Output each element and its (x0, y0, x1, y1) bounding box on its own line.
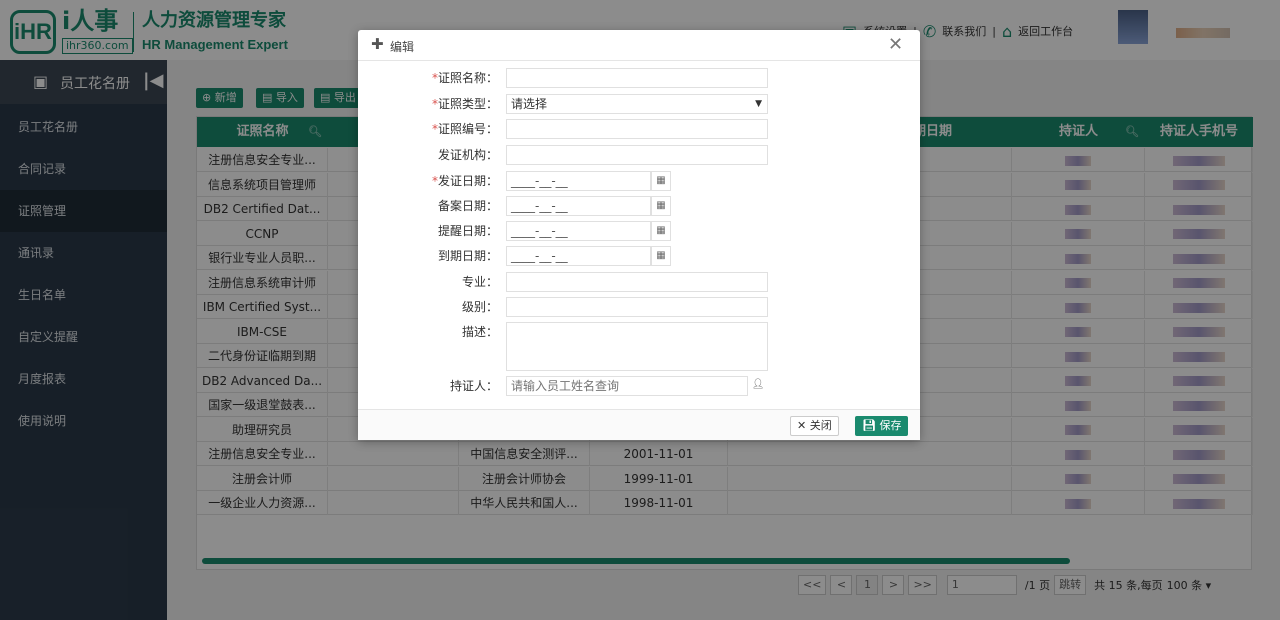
label-text: 证照名称： (437, 71, 498, 85)
holder-search-input[interactable] (506, 376, 748, 396)
plus-icon: ✚ (371, 35, 384, 53)
date-mask: ____-__-__ (511, 174, 568, 188)
description-label: 描述： (461, 325, 498, 339)
cert-number-label: *证照编号： (431, 122, 498, 136)
calendar-icon[interactable]: ▦ (651, 246, 671, 266)
close-button[interactable]: ✕ 关闭 (790, 416, 839, 436)
date-mask: ____-__-__ (511, 249, 568, 263)
cert-type-label: *证照类型： (431, 97, 498, 111)
dialog-header: ✚ 编辑 ✕ (358, 30, 920, 61)
record-date-input[interactable]: ____-__-__ (506, 196, 651, 216)
label-text: 证照类型： (437, 97, 498, 111)
issuer-input[interactable] (506, 145, 768, 165)
save-button-label: 保存 (879, 419, 902, 432)
major-label: 专业： (461, 275, 498, 289)
label-text: 发证日期： (437, 174, 498, 188)
close-icon[interactable]: ✕ (888, 34, 903, 55)
cert-type-select[interactable]: 请选择 ▼ (506, 94, 768, 114)
calendar-icon[interactable]: ▦ (651, 196, 671, 216)
edit-certificate-dialog: ✚ 编辑 ✕ *证照名称： *证照类型： 请选择 ▼ *证照编号： 发证机构： *… (358, 30, 920, 440)
dialog-footer: ✕ 关闭 💾︎ 保存 (358, 409, 920, 440)
cert-type-value: 请选择 (511, 97, 548, 111)
remind-date-input[interactable]: ____-__-__ (506, 221, 651, 241)
dropdown-arrow-icon: ▼ (755, 99, 762, 109)
description-textarea[interactable] (506, 322, 768, 371)
record-date-label: 备案日期： (437, 199, 498, 213)
level-input[interactable] (506, 297, 768, 317)
remind-date-label: 提醒日期： (437, 224, 498, 238)
date-mask: ____-__-__ (511, 199, 568, 213)
calendar-icon[interactable]: ▦ (651, 171, 671, 191)
level-label: 级别： (461, 300, 498, 314)
expiry-date-input[interactable]: ____-__-__ (506, 246, 651, 266)
dialog-title: 编辑 (390, 40, 415, 54)
issue-date-label: *发证日期： (431, 174, 498, 188)
expiry-date-label: 到期日期： (437, 249, 498, 263)
date-mask: ____-__-__ (511, 224, 568, 238)
cert-number-input[interactable] (506, 119, 768, 139)
calendar-icon[interactable]: ▦ (651, 221, 671, 241)
issue-date-input[interactable]: ____-__-__ (506, 171, 651, 191)
major-input[interactable] (506, 272, 768, 292)
save-button[interactable]: 💾︎ 保存 (855, 416, 909, 436)
close-button-label: 关闭 (809, 419, 832, 432)
issuer-label: 发证机构： (437, 148, 498, 162)
cert-name-input[interactable] (506, 68, 768, 88)
select-user-icon[interactable]: 👤︎ (748, 376, 768, 396)
label-text: 证照编号： (437, 122, 498, 136)
cert-name-label: *证照名称： (431, 71, 498, 85)
holder-label: 持证人： (449, 379, 498, 393)
